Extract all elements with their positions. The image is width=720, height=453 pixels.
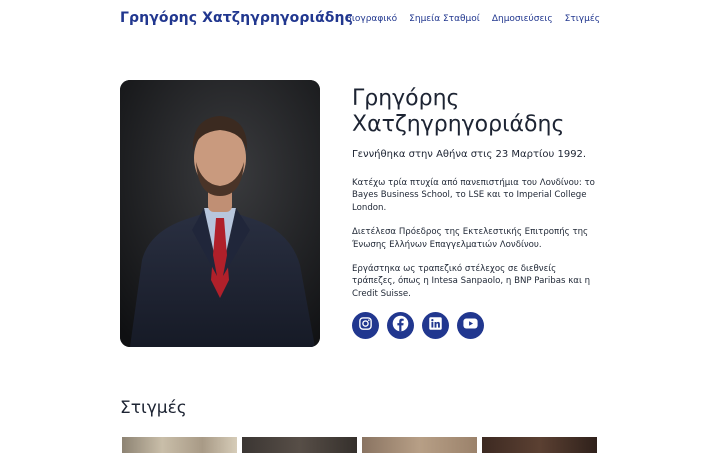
social-links — [352, 312, 484, 339]
bio-paragraph-degrees: Κατέχω τρία πτυχία από πανεπιστήμια του … — [352, 178, 595, 213]
nav-item-moments[interactable]: Στιγμές — [565, 14, 600, 24]
name-last: Χατζηγρηγοριάδης — [352, 112, 565, 137]
moments-gallery — [122, 437, 597, 453]
name-first: Γρηγόρης — [352, 86, 460, 111]
site-header: Γρηγόρης Χατζηγρηγοριάδης Βιογραφικό Σημ… — [0, 0, 720, 40]
nav-item-milestones[interactable]: Σημεία Σταθμοί — [409, 14, 480, 24]
linkedin-link[interactable] — [422, 312, 449, 339]
bio-paragraph-banking: Εργάστηκα ως τραπεζικό στέλεχος σε διεθν… — [352, 264, 591, 299]
moments-heading: Στιγμές — [120, 398, 187, 418]
youtube-link[interactable] — [457, 312, 484, 339]
birth-text: Γεννήθηκα στην Αθήνα στις 23 Μαρτίου 199… — [352, 149, 587, 160]
facebook-link[interactable] — [387, 312, 414, 339]
instagram-link[interactable] — [352, 312, 379, 339]
youtube-icon — [462, 315, 479, 337]
gallery-photo[interactable] — [242, 437, 357, 453]
gallery-photo[interactable] — [482, 437, 597, 453]
profile-photo — [120, 80, 320, 347]
site-title-link[interactable]: Γρηγόρης Χατζηγρηγοριάδης — [120, 10, 353, 26]
instagram-icon — [358, 316, 373, 336]
bio-paragraph-association: Διετέλεσα Πρόεδρος της Εκτελεστικής Επιτ… — [352, 227, 589, 250]
page-title: Γρηγόρης Χατζηγρηγοριάδης — [352, 86, 602, 138]
gallery-photo[interactable] — [122, 437, 237, 453]
main-nav: Βιογραφικό Σημεία Σταθμοί Δημοσιεύσεις Σ… — [346, 14, 600, 24]
nav-item-publications[interactable]: Δημοσιεύσεις — [492, 14, 553, 24]
linkedin-icon — [428, 316, 443, 336]
bio-section: Γρηγόρης Χατζηγρηγοριάδης Γεννήθηκα στην… — [352, 86, 602, 300]
gallery-photo[interactable] — [362, 437, 477, 453]
facebook-icon — [392, 315, 409, 337]
nav-item-biography[interactable]: Βιογραφικό — [346, 14, 398, 24]
